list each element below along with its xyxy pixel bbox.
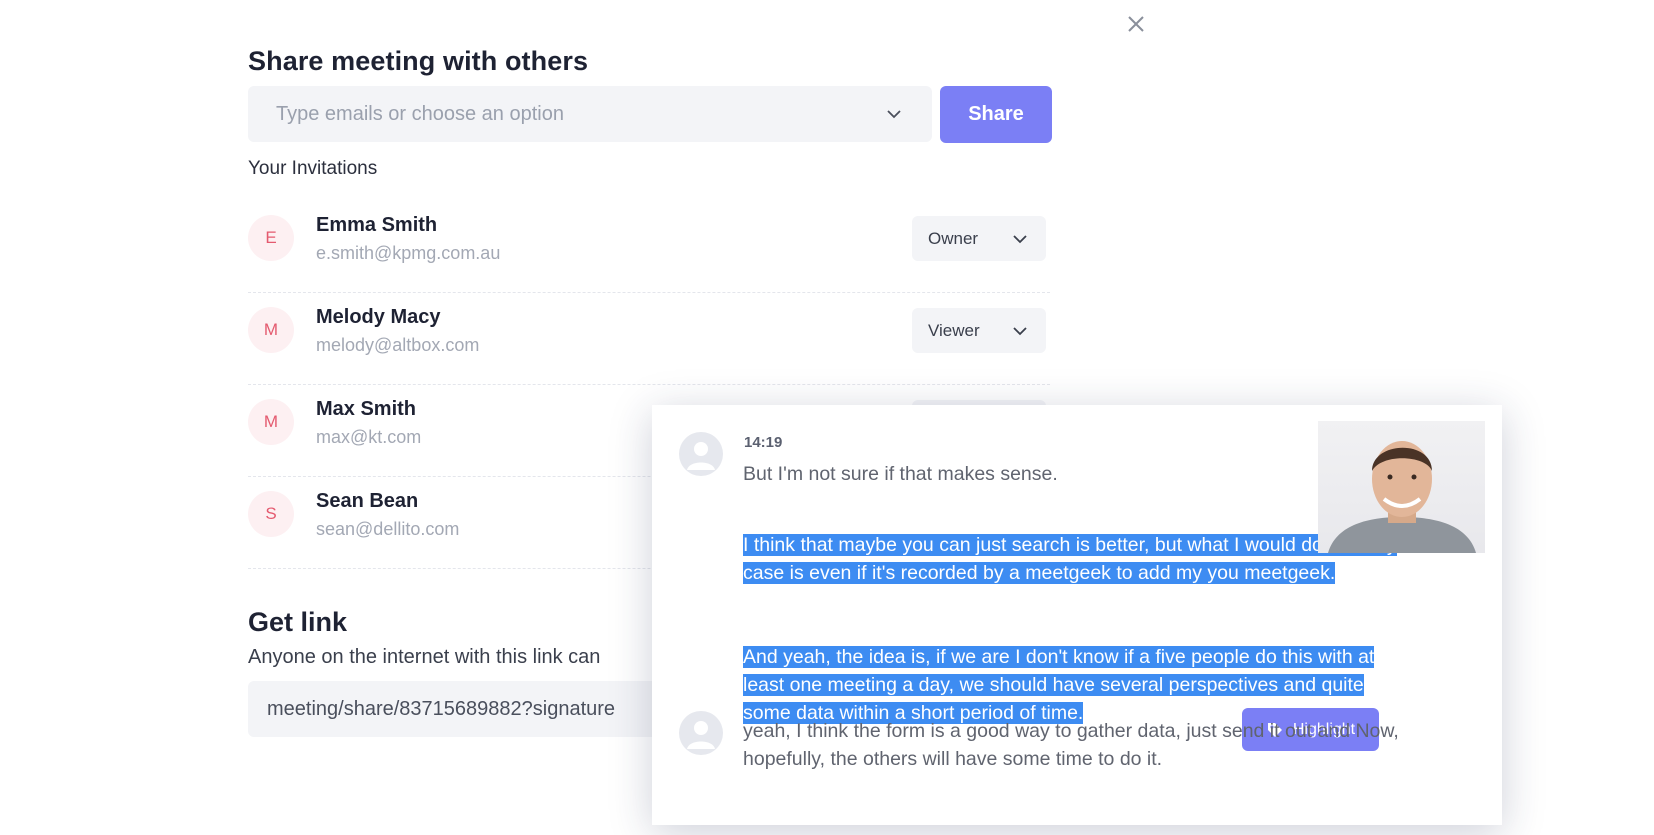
invitation-row: M Melody Macy melody@altbox.com Viewer bbox=[248, 293, 1050, 385]
speaker-avatar bbox=[679, 711, 723, 755]
invitee-email: melody@altbox.com bbox=[316, 335, 480, 355]
transcript-line: yeah, I think the form is a good way to … bbox=[743, 720, 1399, 770]
get-link-description: Anyone on the internet with this link ca… bbox=[248, 646, 601, 668]
share-meeting-page: Share meeting with others Type emails or… bbox=[0, 0, 1654, 835]
transcript-line: But I'm not sure if that makes sense. bbox=[743, 463, 1058, 485]
person-photo bbox=[1328, 441, 1476, 553]
user-icon bbox=[687, 721, 715, 749]
invitee-name: Max Smith bbox=[316, 398, 417, 420]
invitee-email: max@kt.com bbox=[316, 427, 422, 447]
speaker-video-thumbnail bbox=[1318, 421, 1485, 553]
highlighted-span: I think that maybe you can just search i… bbox=[743, 534, 1397, 584]
invitee-name: Emma Smith bbox=[316, 214, 438, 236]
avatar: S bbox=[248, 491, 294, 537]
invitee-email: sean@dellito.com bbox=[316, 519, 460, 539]
chevron-down-icon bbox=[1013, 234, 1027, 243]
avatar: M bbox=[248, 307, 294, 353]
invitation-row: E Emma Smith e.smith@kpmg.com.au Owner bbox=[248, 201, 1050, 293]
avatar: M bbox=[248, 399, 294, 445]
avatar: E bbox=[248, 215, 294, 261]
invitee-email: e.smith@kpmg.com.au bbox=[316, 243, 501, 263]
close-icon[interactable] bbox=[1122, 10, 1150, 38]
highlighted-text[interactable]: I think that maybe you can just search i… bbox=[743, 531, 1403, 587]
role-label: Viewer bbox=[928, 320, 980, 340]
get-link-title: Get link bbox=[248, 607, 348, 637]
invitee-name: Sean Bean bbox=[316, 490, 419, 512]
timestamp: 14:19 bbox=[744, 434, 783, 451]
chevron-down-icon bbox=[887, 110, 901, 119]
speaker-avatar bbox=[679, 432, 723, 476]
role-select[interactable]: Owner bbox=[912, 216, 1046, 261]
chevron-down-icon bbox=[1013, 326, 1027, 335]
user-icon bbox=[687, 442, 715, 470]
email-placeholder: Type emails or choose an option bbox=[276, 102, 564, 125]
email-select[interactable]: Type emails or choose an option bbox=[248, 86, 932, 142]
invitee-name: Melody Macy bbox=[316, 306, 441, 328]
invitations-label: Your Invitations bbox=[248, 158, 378, 179]
role-label: Owner bbox=[928, 228, 979, 248]
role-select[interactable]: Viewer bbox=[912, 308, 1046, 353]
share-button[interactable]: Share bbox=[940, 86, 1052, 143]
transcript-popup: 14:19 But I'm not sure if that makes sen… bbox=[652, 405, 1502, 825]
share-title: Share meeting with others bbox=[248, 46, 589, 76]
